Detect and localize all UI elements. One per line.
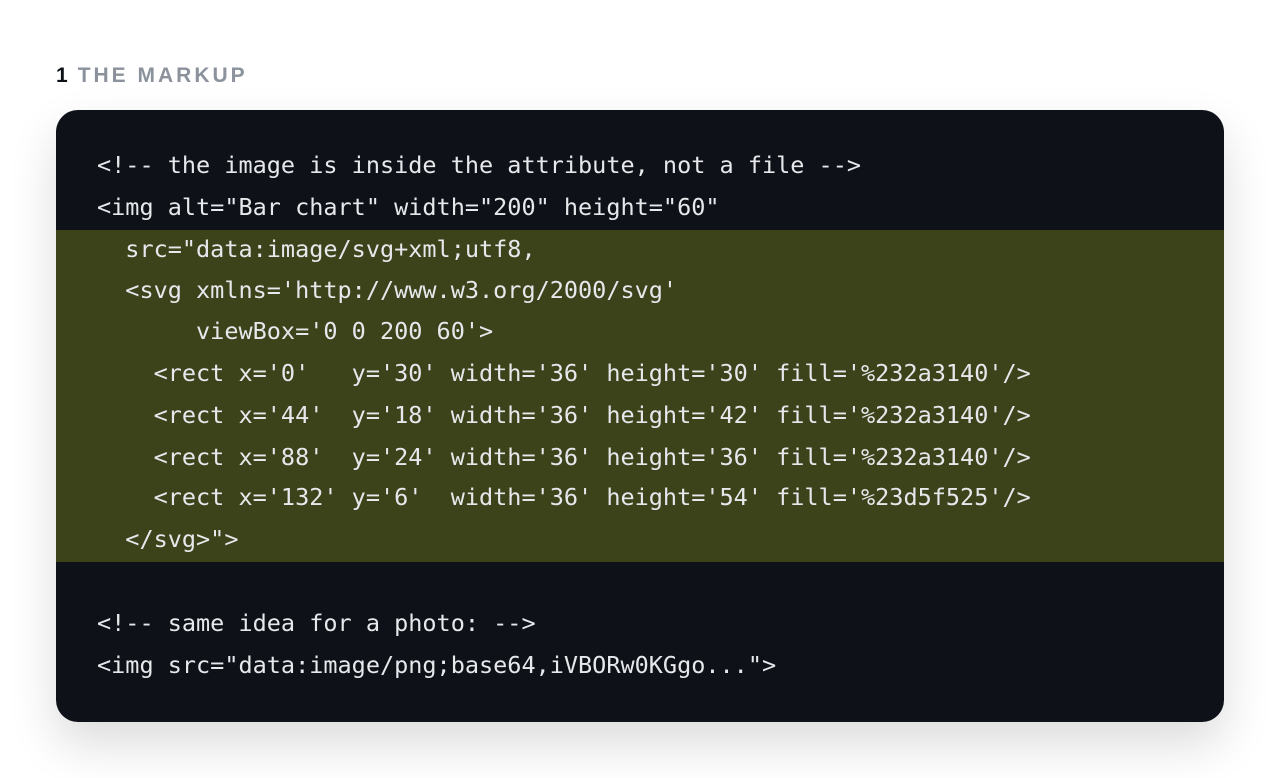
code-line-img-open: <img alt="Bar chart" width="200" height=…: [97, 193, 720, 221]
code-line-viewbox: viewBox='0 0 200 60'>: [97, 317, 494, 345]
code-line-photo-img: <img src="data:image/png;base64,iVBORw0K…: [97, 651, 777, 679]
code-line-rect-1: <rect x='0' y='30' width='36' height='30…: [97, 359, 1031, 387]
code-line-rect-4: <rect x='132' y='6' width='36' height='5…: [97, 483, 1031, 511]
section-title: THE MARKUP: [77, 64, 248, 87]
code-line-svg-close: </svg>">: [97, 525, 239, 553]
code-line-src: src="data:image/svg+xml;utf8,: [97, 235, 536, 263]
code-line-rect-3: <rect x='88' y='24' width='36' height='3…: [97, 443, 1031, 471]
section-heading: 1 THE MARKUP: [56, 62, 248, 90]
code-block: <!-- the image is inside the attribute, …: [56, 110, 1224, 722]
section-number: 1: [56, 64, 68, 87]
code-line-comment: <!-- the image is inside the attribute, …: [97, 151, 862, 179]
code-line-photo-comment: <!-- same idea for a photo: -->: [97, 609, 536, 637]
code-line-rect-2: <rect x='44' y='18' width='36' height='4…: [97, 401, 1031, 429]
code-line-svg-open: <svg xmlns='http://www.w3.org/2000/svg': [97, 276, 678, 304]
